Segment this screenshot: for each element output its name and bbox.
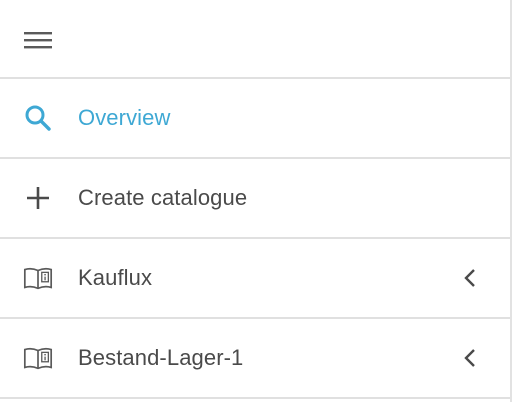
hamburger-menu-icon[interactable] [22, 24, 54, 56]
sidebar-item-label: Bestand-Lager-1 [78, 345, 244, 370]
plus-icon [22, 182, 54, 214]
chevron-left-icon[interactable] [460, 346, 480, 370]
sidebar-item-label: Create catalogue [78, 185, 248, 210]
sidebar-item-overview[interactable]: Overview [0, 79, 510, 159]
sidebar-item-create-catalogue[interactable]: Create catalogue [0, 159, 510, 239]
chevron-left-icon[interactable] [460, 266, 480, 290]
sidebar-item-kauflux[interactable]: Kauflux [0, 239, 510, 319]
search-icon [22, 102, 54, 134]
menu-toggle-row[interactable] [0, 0, 510, 79]
sidebar-item-label: Overview [78, 105, 171, 130]
catalog-book-icon [22, 262, 54, 294]
catalog-book-icon [22, 342, 54, 374]
sidebar: Overview Create catalogue Kauflux Bestan… [0, 0, 512, 402]
sidebar-item-bestand-lager-1[interactable]: Bestand-Lager-1 [0, 319, 510, 399]
sidebar-item-label: Kauflux [78, 265, 153, 290]
